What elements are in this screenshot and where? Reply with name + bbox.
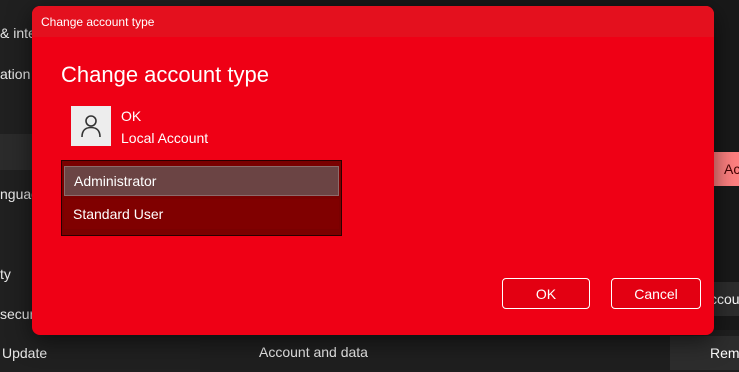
sidebar-item-interaction[interactable]: & inte xyxy=(0,25,36,41)
option-standard-user[interactable]: Standard User xyxy=(64,199,339,229)
person-icon xyxy=(81,115,101,138)
remove-label: Rem xyxy=(710,345,739,361)
account-type-listbox[interactable]: Administrator Standard User xyxy=(61,160,342,236)
sidebar-item-ation[interactable]: ation xyxy=(0,66,30,82)
add-account-label: Ac xyxy=(724,161,739,177)
option-administrator[interactable]: Administrator xyxy=(64,166,339,196)
remove-button[interactable]: Rem xyxy=(670,336,739,370)
account-type-label: Local Account xyxy=(121,130,209,146)
ok-button[interactable]: OK xyxy=(502,278,590,309)
avatar xyxy=(71,106,111,146)
dialog-titlebar: Change account type xyxy=(32,6,714,37)
dialog-window-title: Change account type xyxy=(41,15,155,29)
change-account-type-dialog: Change account type Change account type … xyxy=(32,6,714,335)
sidebar-item-ty[interactable]: ty xyxy=(0,266,11,282)
account-and-data-label: Account and data xyxy=(259,344,368,360)
account-options-label: ccou xyxy=(710,291,739,307)
account-name: OK xyxy=(121,108,142,124)
dialog-heading: Change account type xyxy=(61,62,269,87)
cancel-button[interactable]: Cancel xyxy=(611,278,701,309)
sidebar-item-security[interactable]: secur xyxy=(0,306,34,322)
add-account-button[interactable]: Ac xyxy=(714,152,739,186)
sidebar-item-update[interactable]: Update xyxy=(2,345,47,361)
